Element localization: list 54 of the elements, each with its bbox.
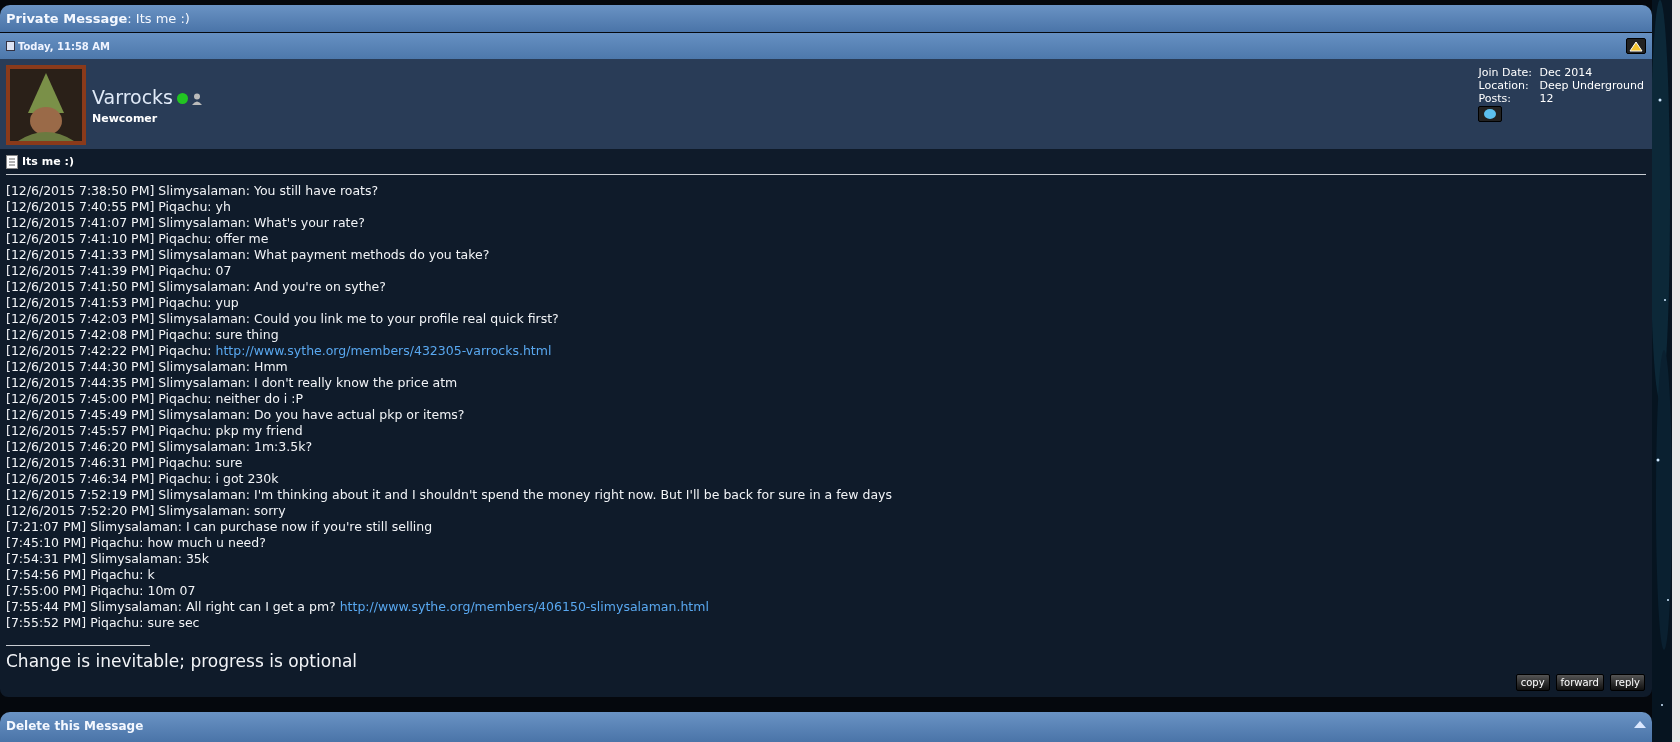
chat-line: [12/6/2015 7:42:03 PM] Slimysalaman: Could you link me to your profile real quick first?: [6, 311, 560, 328]
profile-link[interactable]: http://www.sythe.org/members/432305-varrocks.html: [215, 343, 552, 359]
chat-line: [12/6/2015 7:41:07 PM] Slimysalaman: What's your rate?: [6, 215, 366, 232]
title-text: Private Message: Its me :): [6, 10, 190, 28]
detail-label: Join Date:: [1478, 66, 1533, 79]
skype-button[interactable]: [1478, 106, 1503, 122]
action-button[interactable]: forward: [1555, 674, 1604, 692]
action-button[interactable]: reply: [1609, 674, 1645, 692]
detail-value: 12: [1539, 92, 1554, 105]
username[interactable]: Varrocks: [92, 82, 173, 111]
chat-line: [12/6/2015 7:42:22 PM] Piqachu: http://www.sythe.org/members/432305-varrocks.html: [6, 343, 553, 360]
collapse-icon[interactable]: [1634, 721, 1646, 729]
section-title: Delete this Message: [6, 718, 144, 736]
chat-line: [12/6/2015 7:38:50 PM] Slimysalaman: You still have roats?: [6, 183, 380, 200]
document-icon: [6, 41, 15, 52]
detail-label: Location:: [1478, 79, 1530, 92]
chat-line: [12/6/2015 7:52:19 PM] Slimysalaman: I'm thinking about it and I shouldn't spend the money right now. But I'll be back for sure in a few days: [6, 487, 893, 504]
warning-button[interactable]: [1626, 38, 1646, 55]
chat-line: [12/6/2015 7:44:30 PM] Slimysalaman: Hmm: [6, 359, 289, 376]
chat-line: [7:55:44 PM] Slimysalaman: All right can I get a pm? http://www.sythe.org/members/406150-slimysalaman.html: [6, 599, 710, 616]
chat-line: [12/6/2015 7:52:20 PM] Slimysalaman: sorry: [6, 503, 287, 520]
chat-line: [12/6/2015 7:41:53 PM] Piqachu: yup: [6, 295, 240, 312]
detail-value: Deep Underground: [1539, 79, 1644, 92]
chat-line: [12/6/2015 7:42:08 PM] Piqachu: sure thing: [6, 327, 280, 344]
chat-line: [12/6/2015 7:40:55 PM] Piqachu: yh: [6, 199, 232, 216]
chat-icon: [1483, 108, 1498, 120]
chat-line: [12/6/2015 7:45:57 PM] Piqachu: pkp my friend: [6, 423, 304, 440]
chat-line: [12/6/2015 7:41:50 PM] Slimysalaman: And you're on sythe?: [6, 279, 387, 296]
user-rank: Newcomer: [92, 111, 159, 127]
warning-icon: [1629, 40, 1643, 52]
document-icon: [6, 154, 18, 169]
chat-line: [7:55:00 PM] Piqachu: 10m 07: [6, 583, 197, 600]
detail-label: Posts:: [1478, 92, 1512, 105]
chat-line: [7:21:07 PM] Slimysalaman: I can purchase now if you're still selling: [6, 519, 434, 536]
profile-link[interactable]: http://www.sythe.org/members/406150-slimysalaman.html: [339, 599, 709, 615]
chat-line: [12/6/2015 7:46:20 PM] Slimysalaman: 1m:3.5k?: [6, 439, 314, 456]
detail-value: Dec 2014: [1539, 66, 1593, 79]
chat-line: [12/6/2015 7:41:10 PM] Piqachu: offer me: [6, 231, 270, 248]
chat-line: [12/6/2015 7:41:33 PM] Slimysalaman: What payment methods do you take?: [6, 247, 491, 264]
chat-line: [7:54:56 PM] Piqachu: k: [6, 567, 156, 584]
signature: Change is inevitable; progress is optional: [6, 649, 359, 673]
chat-line: [12/6/2015 7:46:34 PM] Piqachu: i got 230k: [6, 471, 280, 488]
chat-line: [12/6/2015 7:46:31 PM] Piqachu: sure: [6, 455, 244, 472]
chat-line: [7:55:52 PM] Piqachu: sure sec: [6, 615, 201, 632]
chat-line: [7:45:10 PM] Piqachu: how much u need?: [6, 535, 267, 552]
person-icon[interactable]: [192, 92, 202, 105]
post-date: Today, 11:58 AM: [18, 39, 110, 54]
chat-line: [12/6/2015 7:45:00 PM] Piqachu: neither do i :P: [6, 391, 304, 408]
chat-line: [7:54:31 PM] Slimysalaman: 35k: [6, 551, 211, 568]
chat-line: [12/6/2015 7:44:35 PM] Slimysalaman: I don't really know the price atm: [6, 375, 459, 392]
chat-line: [12/6/2015 7:41:39 PM] Piqachu: 07: [6, 263, 233, 280]
message-title: Its me :): [22, 153, 74, 170]
action-button[interactable]: copy: [1515, 674, 1550, 692]
chat-line: [12/6/2015 7:45:49 PM] Slimysalaman: Do you have actual pkp or items?: [6, 407, 466, 424]
